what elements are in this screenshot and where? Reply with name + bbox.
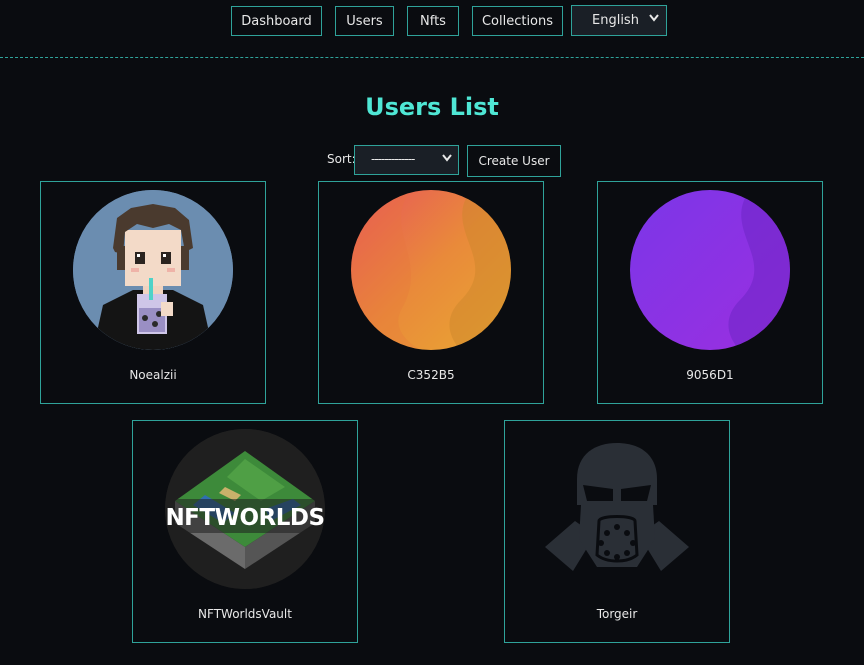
- create-user-button[interactable]: Create User: [467, 145, 561, 177]
- language-select[interactable]: English: [571, 5, 667, 36]
- sort-label: Sort:: [327, 152, 356, 166]
- pixel-character-icon: [73, 190, 233, 350]
- nftworlds-logo-icon: NFTWORLDS: [165, 429, 325, 589]
- user-avatar[interactable]: NFTWORLDS: [165, 429, 325, 589]
- user-name: NFTWorldsVault: [198, 607, 292, 621]
- user-name: 9056D1: [686, 368, 734, 382]
- language-value: English: [592, 13, 639, 28]
- gradient-avatar-icon: [630, 190, 790, 350]
- nftworlds-logo-text: NFTWORLDS: [165, 505, 324, 531]
- user-card[interactable]: 9056D1: [597, 181, 823, 404]
- user-name: Torgeir: [596, 607, 638, 621]
- gasmask-icon: [545, 443, 689, 571]
- user-avatar[interactable]: [351, 190, 511, 350]
- page-title: Users List: [365, 93, 499, 121]
- chevron-down-icon: [442, 152, 452, 167]
- nav-nfts-button[interactable]: Nfts: [407, 6, 459, 36]
- user-avatar[interactable]: [73, 190, 233, 350]
- chevron-down-icon: [649, 12, 659, 27]
- user-avatar[interactable]: [537, 429, 697, 589]
- nav-collections-button[interactable]: Collections: [472, 6, 563, 36]
- user-card[interactable]: NFTWORLDS NFTWorldsVault: [132, 420, 358, 643]
- user-name: C352B5: [407, 368, 455, 382]
- user-avatar[interactable]: [630, 190, 790, 350]
- user-card[interactable]: C352B5: [318, 181, 544, 404]
- user-card[interactable]: Torgeir: [504, 420, 730, 643]
- sort-value: -------------: [371, 152, 415, 166]
- nav-dashboard-button[interactable]: Dashboard: [231, 6, 322, 36]
- user-card[interactable]: Noealzii: [40, 181, 266, 404]
- top-nav: Dashboard Users Nfts Collections English: [0, 0, 864, 58]
- sort-select[interactable]: -------------: [354, 145, 459, 175]
- nav-users-button[interactable]: Users: [335, 6, 394, 36]
- gradient-avatar-icon: [351, 190, 511, 350]
- user-name: Noealzii: [129, 368, 177, 382]
